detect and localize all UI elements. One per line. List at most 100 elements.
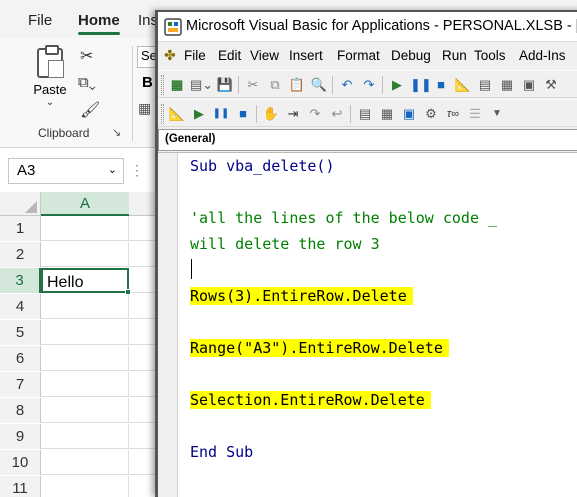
reset-icon[interactable]: ■ bbox=[234, 105, 252, 123]
code-line-comment[interactable]: 'all the lines of the below code _ bbox=[190, 207, 497, 229]
run-icon[interactable]: ▶ bbox=[388, 76, 406, 94]
code-line-end-sub[interactable]: End Sub bbox=[190, 441, 253, 463]
toolbox-icon[interactable]: ⚒ bbox=[542, 76, 560, 94]
cut-icon[interactable]: ✂ bbox=[244, 76, 262, 94]
ribbon-divider bbox=[132, 46, 133, 141]
menu-tools[interactable]: Tools bbox=[474, 48, 506, 63]
chevron-down-icon[interactable]: ▼ bbox=[488, 105, 506, 123]
menu-format[interactable]: Format bbox=[337, 48, 380, 63]
column-header-a[interactable]: A bbox=[41, 192, 129, 216]
properties-window-icon[interactable]: ▦ bbox=[498, 76, 516, 94]
undo-icon[interactable]: ↶ bbox=[338, 76, 356, 94]
menu-add-ins[interactable]: Add-Ins bbox=[519, 48, 566, 63]
break-icon[interactable]: ❚❚ bbox=[212, 105, 230, 123]
highlighted-code: Selection.EntireRow.Delete bbox=[190, 391, 431, 409]
break-icon[interactable]: ❚❚ bbox=[410, 76, 432, 94]
toolbar-grip[interactable] bbox=[161, 75, 164, 95]
immediate-window-icon[interactable]: ▦ bbox=[378, 105, 396, 123]
tab-home[interactable]: Home bbox=[78, 12, 120, 29]
toolbar-options-icon[interactable]: ☰ bbox=[466, 105, 484, 123]
paste-label: Paste bbox=[33, 82, 67, 97]
reset-icon[interactable]: ■ bbox=[432, 76, 450, 94]
paste-button[interactable]: Paste ⌄ bbox=[28, 45, 72, 118]
cell-a4[interactable] bbox=[41, 294, 129, 319]
row-header-selected[interactable]: 3 bbox=[0, 268, 41, 293]
cell-a8[interactable] bbox=[41, 398, 129, 423]
active-tab-indicator bbox=[78, 32, 120, 35]
vbe-window-title: Microsoft Visual Basic for Applications … bbox=[186, 18, 577, 34]
borders-icon[interactable]: ▦ bbox=[138, 100, 151, 117]
code-margin[interactable] bbox=[158, 153, 178, 497]
project-explorer-icon[interactable]: ▤ bbox=[476, 76, 494, 94]
code-editor[interactable]: Sub vba_delete() 'all the lines of the b… bbox=[158, 152, 577, 497]
locals-window-icon[interactable]: ▤ bbox=[356, 105, 374, 123]
call-stack-icon[interactable]: τ∞ bbox=[444, 105, 462, 123]
design-mode-icon[interactable]: 📐 bbox=[454, 76, 472, 94]
code-line-range-delete[interactable]: Range("A3").EntireRow.Delete bbox=[190, 337, 449, 359]
row-header[interactable]: 1 bbox=[0, 216, 41, 241]
step-over-icon[interactable]: ↷ bbox=[306, 105, 324, 123]
run-icon[interactable]: ▶ bbox=[190, 105, 208, 123]
row-header[interactable]: 6 bbox=[0, 346, 41, 371]
cell-a10[interactable] bbox=[41, 450, 129, 475]
cell-a7[interactable] bbox=[41, 372, 129, 397]
find-icon[interactable]: 🔍 bbox=[310, 76, 328, 94]
edit-toolbar: 📐 ▶ ❚❚ ■ ✋ ⇥ ↷ ↩ ▤ ▦ ▣ ⚙ τ∞ ☰ ▼ bbox=[158, 99, 577, 127]
menu-debug[interactable]: Debug bbox=[391, 48, 431, 63]
copy-icon[interactable]: ⧉ bbox=[266, 76, 284, 94]
row-header[interactable]: 7 bbox=[0, 372, 41, 397]
toggle-breakpoint-icon[interactable]: ✋ bbox=[262, 105, 280, 123]
step-into-icon[interactable]: ⇥ bbox=[284, 105, 302, 123]
step-out-icon[interactable]: ↩ bbox=[328, 105, 346, 123]
select-all-triangle-icon bbox=[25, 201, 37, 213]
highlighted-code: Rows(3).EntireRow.Delete bbox=[190, 287, 413, 305]
quick-watch-icon[interactable]: ⚙ bbox=[422, 105, 440, 123]
cell-a5[interactable] bbox=[41, 320, 129, 345]
redo-icon[interactable]: ↷ bbox=[360, 76, 378, 94]
cell-a1[interactable] bbox=[41, 216, 129, 241]
tab-file[interactable]: File bbox=[28, 12, 52, 29]
format-painter-icon[interactable]: 🖌 bbox=[80, 100, 100, 120]
copy-icon[interactable]: ⧉⌄ bbox=[78, 74, 96, 91]
dialog-launcher-icon[interactable]: ↘ bbox=[112, 126, 121, 139]
cell-a11[interactable] bbox=[41, 476, 129, 497]
row-header[interactable]: 8 bbox=[0, 398, 41, 423]
save-icon[interactable]: 💾 bbox=[216, 76, 234, 94]
watch-window-icon[interactable]: ▣ bbox=[400, 105, 418, 123]
cell-a6[interactable] bbox=[41, 346, 129, 371]
object-combo-box[interactable]: (General) bbox=[165, 133, 216, 145]
code-line-comment-continued[interactable]: will delete the row 3 bbox=[190, 233, 380, 255]
cut-icon[interactable]: ✂ bbox=[80, 46, 93, 66]
toolbar-grip[interactable] bbox=[161, 104, 164, 124]
code-line-sub[interactable]: Sub vba_delete() bbox=[190, 155, 335, 177]
row-header[interactable]: 2 bbox=[0, 242, 41, 267]
menu-view[interactable]: View bbox=[250, 48, 279, 63]
insert-module-icon[interactable]: ▤⌄ bbox=[190, 76, 213, 94]
row-header[interactable]: 10 bbox=[0, 450, 41, 475]
paste-icon[interactable]: 📋 bbox=[288, 76, 306, 94]
row-header[interactable]: 5 bbox=[0, 320, 41, 345]
cell-a9[interactable] bbox=[41, 424, 129, 449]
name-box[interactable]: A3 ⌄ bbox=[8, 158, 124, 184]
cell-a2[interactable] bbox=[41, 242, 129, 267]
cell-a3-active[interactable]: Hello bbox=[41, 268, 131, 295]
menu-edit[interactable]: Edit bbox=[218, 48, 241, 63]
vbe-title-bar[interactable]: Microsoft Visual Basic for Applications … bbox=[158, 12, 577, 42]
code-line-selection-delete[interactable]: Selection.EntireRow.Delete bbox=[190, 389, 431, 411]
menu-file[interactable]: File bbox=[184, 48, 206, 63]
view-excel-icon[interactable]: ▦ bbox=[168, 76, 186, 94]
menu-insert[interactable]: Insert bbox=[289, 48, 323, 63]
menu-run[interactable]: Run bbox=[442, 48, 467, 63]
row-header[interactable]: 9 bbox=[0, 424, 41, 449]
row-header[interactable]: 11 bbox=[0, 476, 41, 497]
select-all-button[interactable] bbox=[0, 192, 41, 216]
bold-button[interactable]: B bbox=[142, 74, 153, 91]
code-line-rows-delete[interactable]: Rows(3).EntireRow.Delete bbox=[190, 285, 413, 307]
object-browser-icon[interactable]: ▣ bbox=[520, 76, 538, 94]
design-mode-icon[interactable]: 📐 bbox=[168, 105, 186, 123]
name-box-value: A3 bbox=[17, 162, 36, 179]
row-header[interactable]: 4 bbox=[0, 294, 41, 319]
vba-project-icon[interactable]: ✤ bbox=[164, 47, 176, 64]
highlighted-code: Range("A3").EntireRow.Delete bbox=[190, 339, 449, 357]
vba-editor-window: Microsoft Visual Basic for Applications … bbox=[155, 10, 577, 497]
